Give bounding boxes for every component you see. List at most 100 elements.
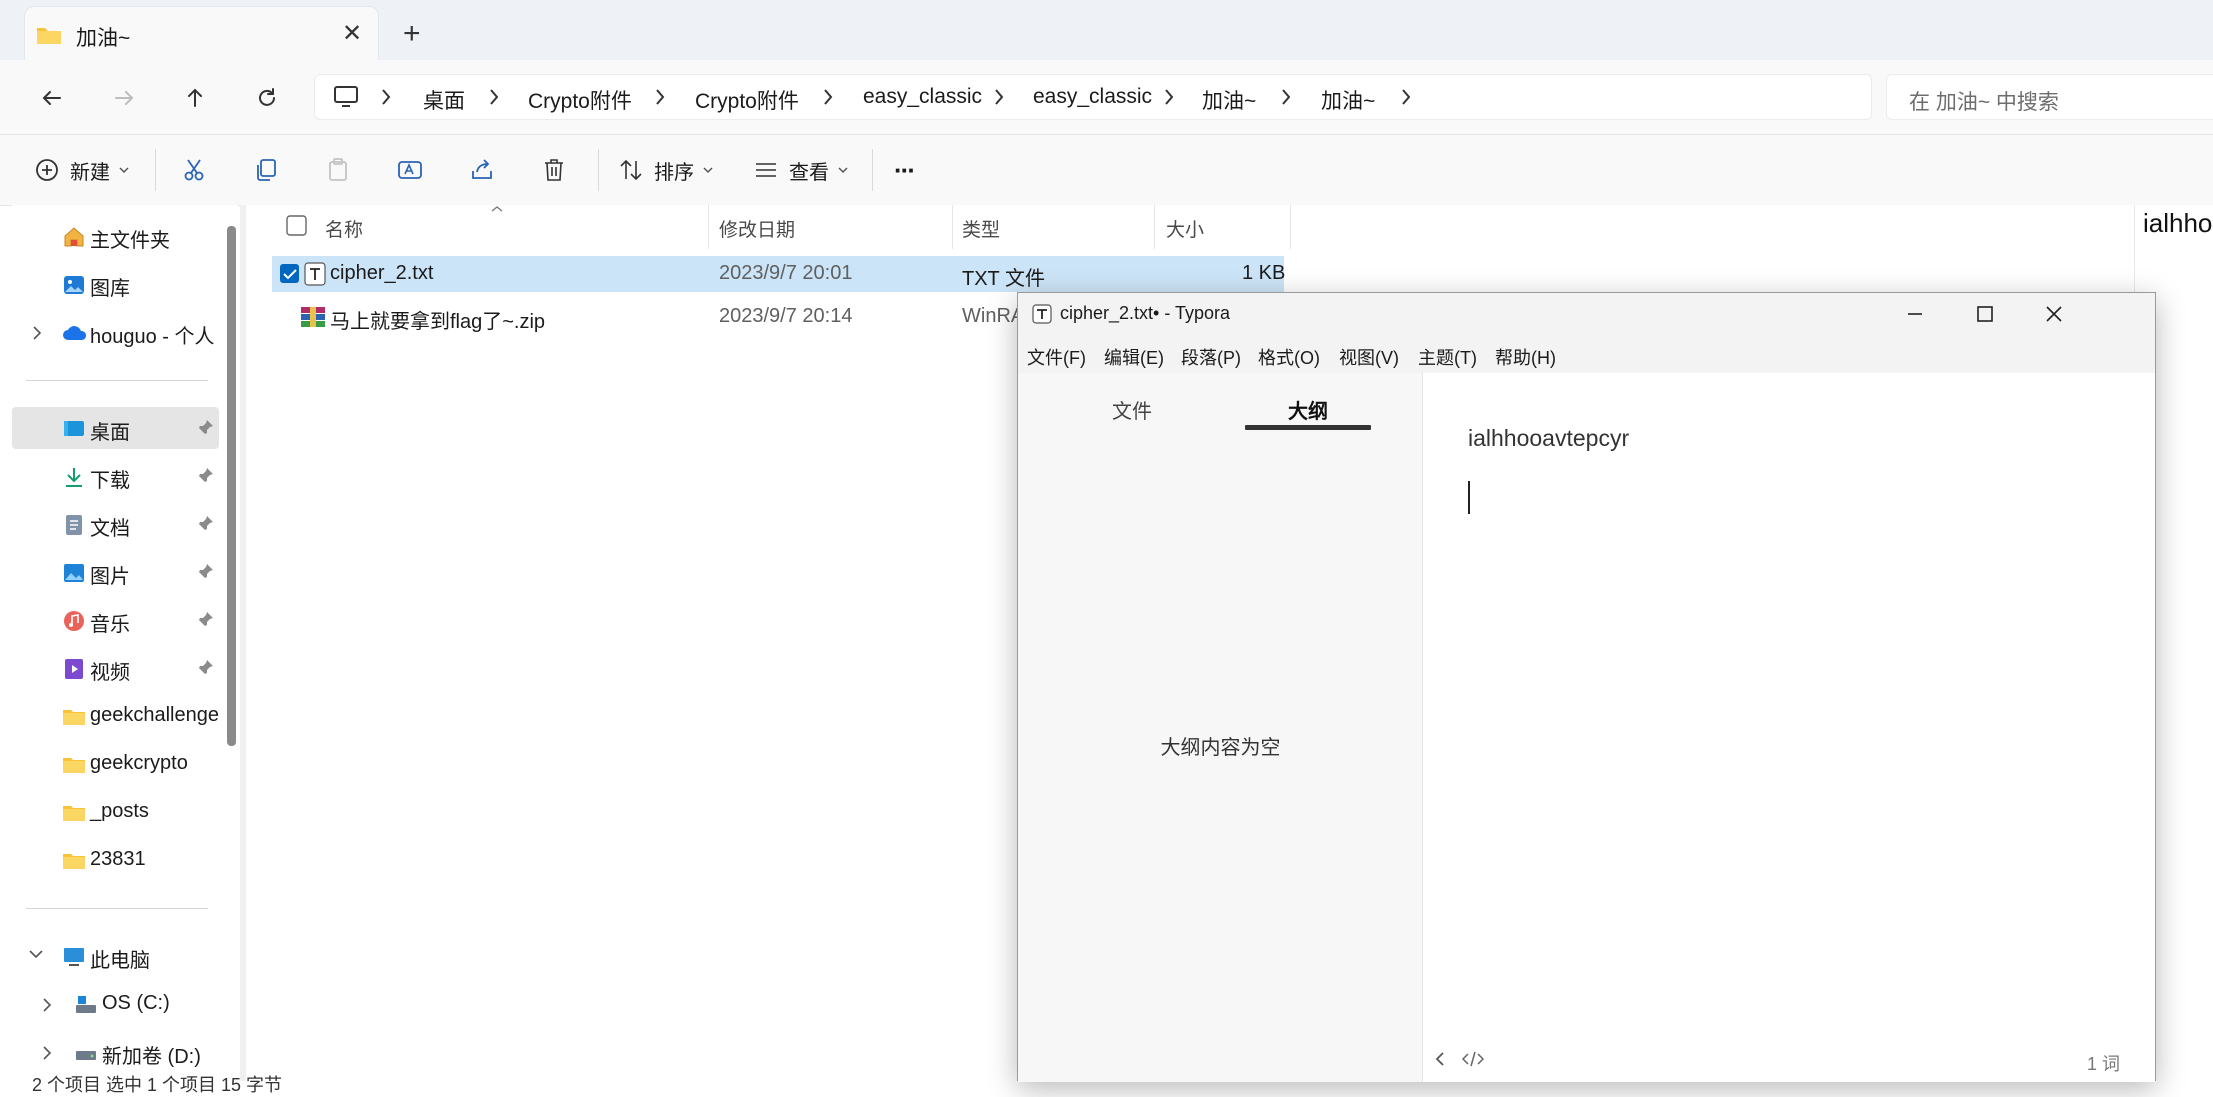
computer-icon <box>333 85 359 109</box>
column-divider[interactable] <box>1154 205 1155 249</box>
table-row[interactable]: cipher_2.txt 2023/9/7 20:01 TXT 文件 1 KB <box>272 256 1286 292</box>
title-bar[interactable]: cipher_2.txt• - Typora <box>1018 293 2155 335</box>
chevron-right-icon[interactable] <box>32 325 42 341</box>
trash-icon <box>545 159 563 181</box>
minimize-button[interactable] <box>1882 293 1948 335</box>
chevron-right-icon <box>381 88 391 106</box>
sidebar-item-downloads[interactable]: 下载 <box>12 455 219 497</box>
sidebar-item-home[interactable]: 主文件夹 <box>12 215 219 257</box>
breadcrumb-item[interactable]: 加油~ <box>1202 85 1256 115</box>
text-file-icon <box>304 262 326 286</box>
delete-button[interactable] <box>541 153 567 187</box>
desktop-icon <box>62 417 86 441</box>
sidebar-item-desktop[interactable]: 桌面 <box>12 407 219 449</box>
breadcrumb-item[interactable]: easy_classic <box>1033 85 1152 109</box>
more-options-button[interactable]: ··· <box>894 153 916 187</box>
address-bar[interactable]: 桌面 Crypto附件 Crypto附件 easy_classic easy_c… <box>314 74 1872 120</box>
sidebar-item-folder[interactable]: geekcrypto <box>12 743 219 785</box>
sidebar-item-onedrive[interactable]: houguo - 个人 <box>12 311 219 353</box>
file-size: 1 KB <box>1242 262 1286 284</box>
checked-checkbox[interactable] <box>279 263 301 285</box>
cloud-icon <box>62 321 87 345</box>
tab-outline[interactable]: 大纲 <box>1288 395 1328 424</box>
menu-format[interactable]: 格式(O) <box>1258 344 1320 370</box>
chevron-left-icon[interactable] <box>1433 1050 1447 1068</box>
column-header-type[interactable]: 类型 <box>962 215 1000 242</box>
source-code-icon[interactable] <box>1461 1050 1485 1068</box>
sort-button[interactable]: 排序 <box>618 153 714 187</box>
new-button[interactable]: 新建 <box>34 153 130 187</box>
menu-help[interactable]: 帮助(H) <box>1495 344 1556 370</box>
forward-button[interactable] <box>107 82 141 114</box>
status-bar-text: 2 个项目 选中 1 个项目 15 字节 <box>32 1075 283 1095</box>
archive-icon <box>300 305 326 329</box>
breadcrumb-item[interactable]: Crypto附件 <box>528 85 632 115</box>
breadcrumb-item[interactable]: Crypto附件 <box>695 85 799 115</box>
select-all-checkbox[interactable] <box>286 215 308 237</box>
breadcrumb-item[interactable]: 加油~ <box>1321 85 1375 115</box>
sidebar-item-drive-d[interactable]: 新加卷 (D:) <box>12 1031 219 1073</box>
pin-icon[interactable] <box>198 467 214 483</box>
sidebar-item-pictures[interactable]: 图片 <box>12 551 219 593</box>
chevron-down-icon[interactable] <box>28 949 44 959</box>
word-count[interactable]: 1 词 <box>2087 1050 2120 1076</box>
sidebar-item-gallery[interactable]: 图库 <box>12 263 219 305</box>
menu-paragraph[interactable]: 段落(P) <box>1181 344 1241 370</box>
editor-area[interactable]: ialhhooavtepcyr <box>1423 373 2155 1082</box>
tab-files[interactable]: 文件 <box>1112 395 1152 424</box>
refresh-button[interactable] <box>250 82 284 114</box>
sidebar-item-this-pc[interactable]: 此电脑 <box>12 935 219 977</box>
menu-edit[interactable]: 编辑(E) <box>1104 344 1164 370</box>
pin-icon[interactable] <box>198 659 214 675</box>
sort-label: 排序 <box>654 161 694 184</box>
column-divider[interactable] <box>1290 205 1291 249</box>
copy-button[interactable] <box>253 153 279 187</box>
column-header-name[interactable]: 名称 <box>325 215 363 242</box>
up-button[interactable] <box>178 82 212 114</box>
breadcrumb-item[interactable]: easy_classic <box>863 85 982 109</box>
sidebar-item-folder[interactable]: geekchallenge <box>12 695 219 737</box>
column-divider[interactable] <box>708 205 709 249</box>
sidebar-item-videos[interactable]: 视频 <box>12 647 219 689</box>
tab-title: 加油~ <box>76 27 131 50</box>
back-button[interactable] <box>35 82 69 114</box>
sidebar-item-folder[interactable]: _posts <box>12 791 219 833</box>
close-button[interactable] <box>2021 293 2087 335</box>
window-title: cipher_2.txt• - Typora <box>1060 303 1231 323</box>
document-paragraph[interactable]: ialhhooavtepcyr <box>1468 425 1629 452</box>
column-divider[interactable] <box>952 205 953 249</box>
search-input[interactable]: 在 加油~ 中搜索 <box>1886 74 2213 120</box>
cut-button[interactable] <box>181 153 207 187</box>
paste-button[interactable] <box>325 153 351 187</box>
pin-icon[interactable] <box>198 611 214 627</box>
sidebar-item-documents[interactable]: 文档 <box>12 503 219 545</box>
column-header-modified[interactable]: 修改日期 <box>719 215 795 242</box>
tab-close-icon[interactable]: ✕ <box>342 20 362 48</box>
breadcrumb-item[interactable]: 桌面 <box>423 85 465 115</box>
sidebar-item-drive-c[interactable]: OS (C:) <box>12 983 219 1025</box>
sidebar-scrollbar[interactable] <box>227 226 236 746</box>
divider <box>155 149 156 191</box>
menu-theme[interactable]: 主题(T) <box>1418 344 1477 370</box>
menu-file[interactable]: 文件(F) <box>1027 344 1086 370</box>
pin-icon[interactable] <box>198 419 214 435</box>
pin-icon[interactable] <box>198 563 214 579</box>
rename-button[interactable] <box>397 153 425 187</box>
menu-view[interactable]: 视图(V) <box>1339 344 1399 370</box>
share-button[interactable] <box>469 153 495 187</box>
sidebar-item-folder[interactable]: 23831 <box>12 839 219 881</box>
column-header-size[interactable]: 大小 <box>1166 215 1204 242</box>
close-icon <box>2046 306 2062 322</box>
chevron-down-icon <box>838 167 848 174</box>
maximize-button[interactable] <box>1952 293 2018 335</box>
view-button[interactable]: 查看 <box>753 153 849 187</box>
new-tab-button[interactable]: + <box>403 18 421 50</box>
clipboard-icon <box>329 158 347 181</box>
file-name: cipher_2.txt <box>330 262 434 284</box>
chevron-right-icon[interactable] <box>42 997 52 1013</box>
chevron-right-icon <box>1401 88 1411 106</box>
search-placeholder: 在 加油~ 中搜索 <box>1909 91 2059 114</box>
pin-icon[interactable] <box>198 515 214 531</box>
chevron-right-icon[interactable] <box>42 1045 52 1061</box>
sidebar-item-music[interactable]: 音乐 <box>12 599 219 641</box>
